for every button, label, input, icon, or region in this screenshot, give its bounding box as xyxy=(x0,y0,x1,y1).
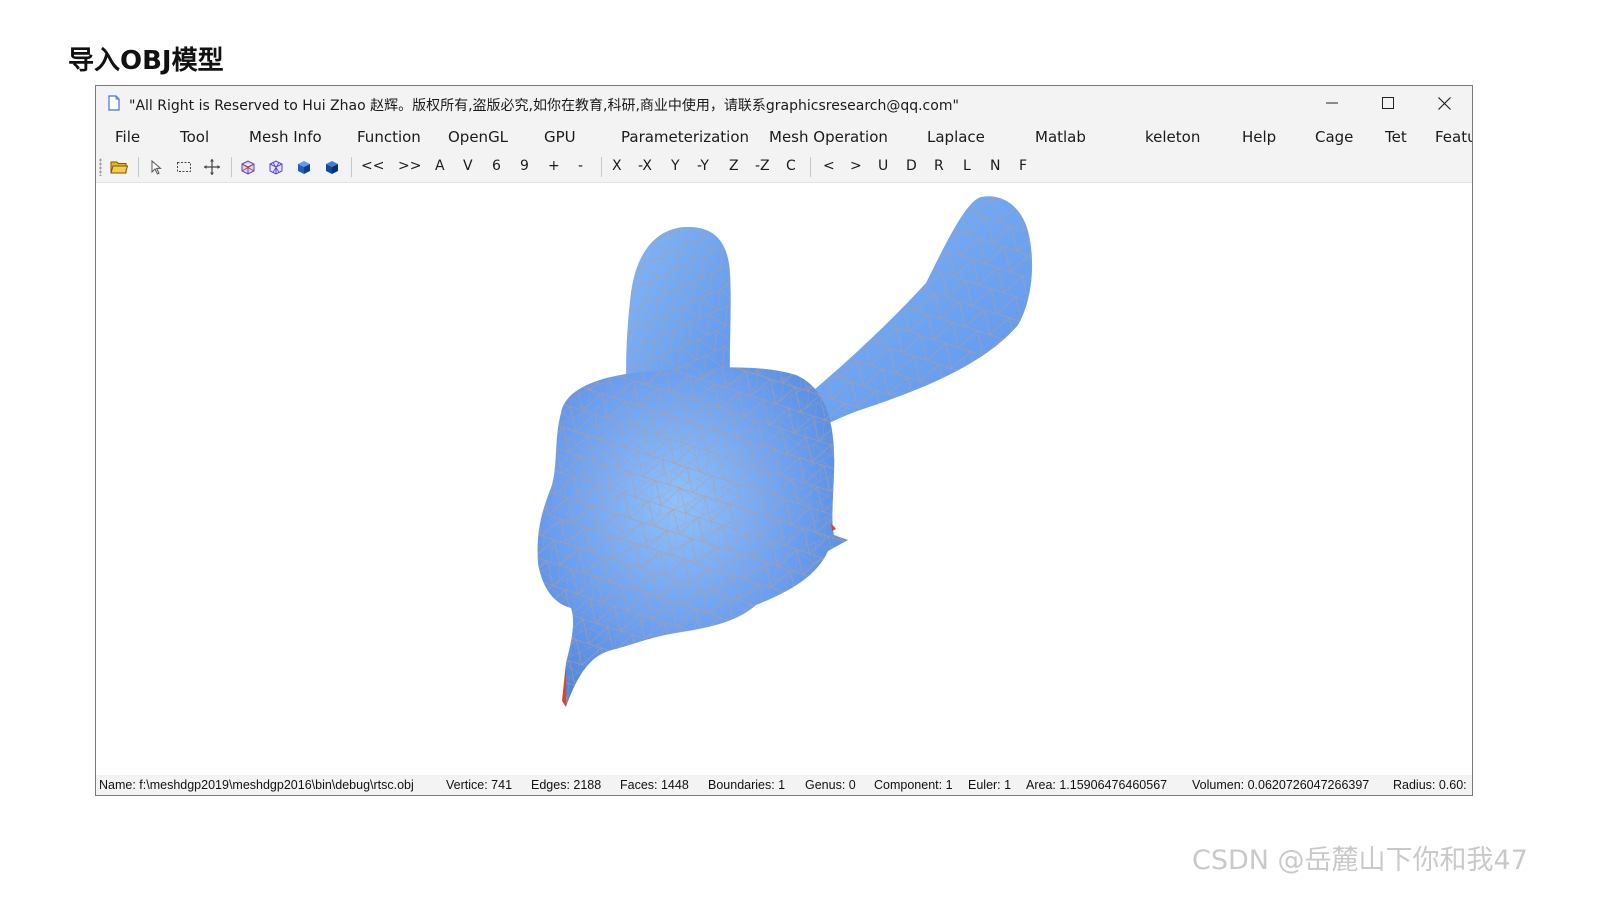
menu-bar: File Tool Mesh Info Function OpenGL GPU … xyxy=(96,120,1472,152)
menu-laplace[interactable]: Laplace xyxy=(927,124,985,150)
view-neg-y-button[interactable]: -Y xyxy=(697,158,709,174)
status-file-name: Name: f:\meshdgp2019\meshdgp2016\bin\deb… xyxy=(99,778,414,792)
status-edges: Edges: 2188 xyxy=(531,778,602,792)
nine-button[interactable]: 9 xyxy=(520,158,529,174)
f-button[interactable]: F xyxy=(1019,158,1027,174)
menu-mesh-operation[interactable]: Mesh Operation xyxy=(769,124,888,150)
status-component: Component: 1 xyxy=(874,778,953,792)
v-button[interactable]: V xyxy=(463,158,473,174)
status-area: Area: 1.15906476460567 xyxy=(1026,778,1168,792)
toolbar-separator xyxy=(231,157,232,177)
document-icon xyxy=(108,95,120,111)
center-button[interactable]: C xyxy=(786,158,796,174)
maximize-icon xyxy=(1382,97,1394,109)
view-x-button[interactable]: X xyxy=(612,158,622,174)
view-y-button[interactable]: Y xyxy=(671,158,680,174)
view-z-button[interactable]: Z xyxy=(729,158,739,174)
mesh-body xyxy=(537,367,848,707)
slide-heading: 导入OBJ模型 xyxy=(68,46,224,76)
solid-cube-dark-icon[interactable] xyxy=(323,158,341,176)
status-radius: Radius: 0.60: xyxy=(1393,778,1467,792)
status-faces: Faces: 1448 xyxy=(620,778,689,792)
a-button[interactable]: A xyxy=(435,158,445,174)
prev-prev-button[interactable]: << xyxy=(361,158,384,174)
status-boundaries: Boundaries: 1 xyxy=(708,778,786,792)
wireframe-cube-icon[interactable] xyxy=(239,158,257,176)
plus-button[interactable]: + xyxy=(548,158,560,174)
menu-skeleton[interactable]: keleton xyxy=(1145,124,1200,150)
menu-tool[interactable]: Tool xyxy=(180,124,209,150)
toolbar-separator xyxy=(601,157,602,177)
close-button[interactable] xyxy=(1416,86,1472,120)
menu-feature[interactable]: Featu xyxy=(1435,124,1472,150)
rect-select-icon[interactable] xyxy=(175,158,193,176)
toolbar-separator xyxy=(138,157,139,177)
status-euler: Euler: 1 xyxy=(968,778,1012,792)
move-icon[interactable] xyxy=(203,158,221,176)
view-neg-z-button[interactable]: -Z xyxy=(755,158,770,174)
title-bar: "All Right is Reserved to Hui Zhao 赵辉。版权… xyxy=(96,86,1472,120)
r-button[interactable]: R xyxy=(934,158,944,174)
wireframe-cube-alt-icon[interactable] xyxy=(267,158,285,176)
status-vertices: Vertice: 741 xyxy=(446,778,513,792)
open-folder-icon[interactable] xyxy=(110,158,128,176)
menu-parameterization[interactable]: Parameterization xyxy=(621,124,749,150)
app-window: "All Right is Reserved to Hui Zhao 赵辉。版权… xyxy=(95,85,1473,796)
d-button[interactable]: D xyxy=(906,158,917,174)
l-button[interactable]: L xyxy=(963,158,971,174)
next-next-button[interactable]: >> xyxy=(398,158,421,174)
minimize-icon xyxy=(1326,102,1338,104)
close-icon xyxy=(1437,96,1451,110)
menu-cage[interactable]: Cage xyxy=(1315,124,1353,150)
toolbar-separator xyxy=(810,157,811,177)
window-title: "All Right is Reserved to Hui Zhao 赵辉。版权… xyxy=(129,98,959,114)
next-button[interactable]: > xyxy=(850,158,862,174)
maximize-button[interactable] xyxy=(1360,86,1416,120)
minus-button[interactable]: - xyxy=(578,158,583,174)
menu-matlab[interactable]: Matlab xyxy=(1035,124,1086,150)
menu-function[interactable]: Function xyxy=(357,124,421,150)
minimize-button[interactable] xyxy=(1304,86,1360,120)
mesh-model[interactable] xyxy=(96,183,1472,777)
u-button[interactable]: U xyxy=(878,158,888,174)
prev-button[interactable]: < xyxy=(823,158,835,174)
status-volume: Volumen: 0.0620726047266397 xyxy=(1192,778,1370,792)
menu-mesh-info[interactable]: Mesh Info xyxy=(249,124,322,150)
menu-help[interactable]: Help xyxy=(1242,124,1276,150)
n-button[interactable]: N xyxy=(990,158,1000,174)
menu-opengl[interactable]: OpenGL xyxy=(448,124,508,150)
menu-gpu[interactable]: GPU xyxy=(544,124,576,150)
3d-viewport[interactable] xyxy=(96,183,1472,775)
toolbar: << >> A V 6 9 + - X -X Y -Y Z -Z C < > U… xyxy=(96,152,1472,183)
solid-cube-icon[interactable] xyxy=(295,158,313,176)
select-pointer-icon[interactable] xyxy=(147,158,165,176)
status-genus: Genus: 0 xyxy=(805,778,856,792)
menu-file[interactable]: File xyxy=(115,124,140,150)
toolbar-grip[interactable] xyxy=(99,158,102,176)
toolbar-separator xyxy=(351,157,352,177)
view-neg-x-button[interactable]: -X xyxy=(638,158,652,174)
status-bar: Name: f:\meshdgp2019\meshdgp2016\bin\deb… xyxy=(96,775,1472,795)
menu-tet[interactable]: Tet xyxy=(1385,124,1407,150)
six-button[interactable]: 6 xyxy=(492,158,501,174)
csdn-watermark: CSDN @岳麓山下你和我47 xyxy=(1192,845,1528,876)
